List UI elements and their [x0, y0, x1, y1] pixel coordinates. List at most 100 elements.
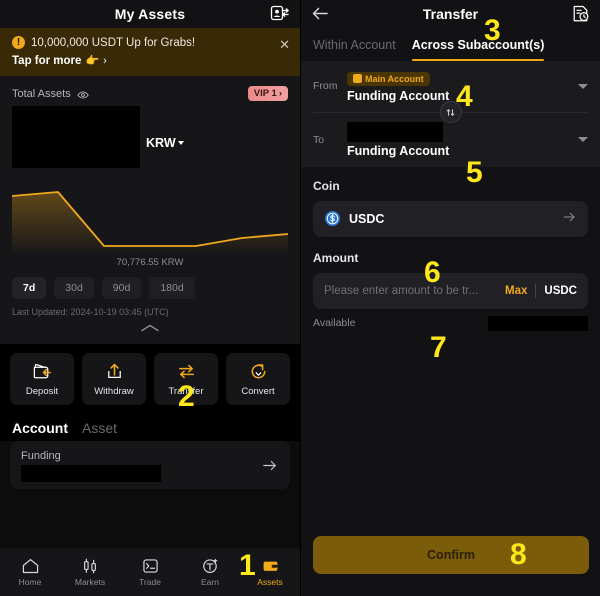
period-30d[interactable]: 30d — [54, 277, 94, 299]
total-assets-card: Total Assets VIP 1 › KRW 70,776.55 KRW 7… — [0, 76, 300, 344]
to-label: To — [313, 133, 325, 146]
period-180d[interactable]: 180d — [149, 277, 195, 299]
amount-unit: USDC — [544, 284, 577, 297]
nav-item-markets[interactable]: Markets — [60, 557, 120, 587]
period-7d[interactable]: 7d — [12, 277, 47, 299]
nav-item-assets[interactable]: Assets — [240, 557, 300, 587]
transfer-tabs: Within Account Across Subaccount(s) — [301, 28, 600, 61]
available-value-redacted — [488, 315, 588, 331]
wallet-icon — [263, 561, 277, 571]
main-account-badge: Main Account — [347, 71, 430, 86]
promo-cta-label: Tap for more — [12, 54, 82, 67]
total-balance-redacted — [12, 106, 140, 168]
account-switch-icon[interactable] — [270, 4, 290, 24]
promo-banner[interactable]: ! 10,000,000 USDT Up for Grabs! Tap for … — [0, 28, 300, 76]
arrow-right-icon — [262, 459, 278, 477]
currency-selector[interactable]: KRW — [146, 136, 184, 168]
eye-icon[interactable] — [77, 88, 89, 100]
funding-account-row[interactable]: Funding — [10, 441, 290, 489]
tab-within-account[interactable]: Within Account — [313, 38, 396, 61]
to-account-value: Funding Account — [347, 143, 450, 158]
last-updated-label: Last Updated: 2024-10-19 03:45 (UTC) — [12, 307, 169, 317]
nav-item-home[interactable]: Home — [0, 557, 60, 587]
to-row[interactable]: To Funding Account — [301, 113, 600, 167]
chevron-down-icon[interactable] — [578, 137, 588, 142]
confirm-button[interactable]: Confirm — [313, 536, 589, 574]
total-balance-row: KRW — [12, 106, 288, 168]
to-value-wrap: Funding Account — [347, 121, 578, 158]
convert-label: Convert — [241, 386, 275, 397]
trade-icon — [142, 559, 158, 573]
withdraw-label: Withdraw — [94, 386, 134, 397]
usdc-icon — [324, 210, 341, 227]
earn-icon — [202, 558, 217, 573]
back-arrow-icon[interactable] — [311, 5, 330, 27]
max-button[interactable]: Max — [497, 285, 535, 297]
funding-account-label: Funding — [21, 450, 61, 462]
deposit-label: Deposit — [25, 386, 59, 397]
vip-badge-label: VIP 1 — [253, 88, 277, 99]
coin-selector[interactable]: USDC — [313, 200, 588, 237]
quick-actions-section: Deposit Withdraw Transfer Convert — [0, 344, 300, 412]
main-account-badge-label: Main Account — [365, 73, 424, 84]
amount-field[interactable]: Max USDC — [313, 272, 588, 309]
convert-icon — [251, 364, 265, 379]
screenshot-root: My Assets ! 10,000,000 USDT Up for Grabs… — [0, 0, 600, 596]
my-assets-header: My Assets — [0, 0, 300, 28]
nav-item-earn[interactable]: Earn — [180, 557, 240, 587]
chevron-down-icon[interactable] — [578, 83, 588, 89]
arrow-right-icon — [562, 210, 577, 228]
coin-name: USDC — [349, 211, 385, 226]
promo-headline-row: ! 10,000,000 USDT Up for Grabs! — [12, 36, 288, 49]
from-value-wrap: Main Account Funding Account — [347, 70, 578, 103]
tab-across-subaccounts[interactable]: Across Subaccount(s) — [411, 38, 544, 61]
nav-label-assets: Assets — [257, 577, 283, 587]
total-assets-header: Total Assets VIP 1 › — [12, 86, 288, 101]
pointing-hand-icon: 👉 — [85, 55, 100, 67]
markets-icon — [83, 558, 96, 574]
transfer-label: Transfer — [168, 386, 204, 397]
period-90d[interactable]: 90d — [101, 277, 142, 299]
chevron-right-icon: › — [103, 54, 107, 67]
transfer-title: Transfer — [422, 6, 479, 22]
to-subaccount-redacted — [347, 121, 443, 142]
balance-chart — [12, 170, 288, 256]
from-label: From — [313, 80, 338, 93]
deposit-icon — [33, 363, 51, 379]
quick-actions: Deposit Withdraw Transfer Convert — [10, 353, 290, 405]
assets-tabs: Account Asset — [0, 412, 300, 441]
transfer-form: Coin USDC Amount Please enter amount to … — [301, 166, 600, 331]
convert-button[interactable]: Convert — [226, 353, 290, 405]
transfer-history-icon[interactable] — [571, 4, 590, 28]
my-assets-screen: My Assets ! 10,000,000 USDT Up for Grabs… — [0, 0, 300, 596]
tab-account[interactable]: Account — [12, 420, 68, 436]
funding-balance-redacted — [21, 465, 161, 482]
transfer-screen: Transfer Within Account Across Subaccoun… — [300, 0, 600, 596]
amount-input[interactable] — [324, 284, 498, 297]
warning-icon: ! — [12, 36, 25, 49]
transfer-header: Transfer — [301, 0, 600, 28]
withdraw-icon — [107, 363, 121, 379]
period-selector: 7d 30d 90d 180d — [12, 277, 288, 299]
nav-label-trade: Trade — [139, 577, 161, 587]
collapse-icon[interactable] — [12, 320, 288, 338]
tab-asset[interactable]: Asset — [82, 420, 117, 436]
transfer-icon — [178, 364, 194, 379]
home-icon — [22, 559, 38, 574]
promo-cta-row[interactable]: Tap for more 👉 › — [12, 54, 288, 68]
nav-label-earn: Earn — [201, 577, 219, 587]
nav-item-trade[interactable]: Trade — [120, 557, 180, 587]
deposit-button[interactable]: Deposit — [10, 353, 74, 405]
nav-label-home: Home — [18, 577, 42, 587]
total-assets-label: Total Assets — [12, 87, 71, 100]
vip-badge[interactable]: VIP 1 › — [247, 86, 288, 101]
chevron-right-icon: › — [278, 88, 282, 99]
currency-label: KRW — [146, 136, 176, 150]
available-label: Available — [313, 317, 356, 329]
withdraw-button[interactable]: Withdraw — [82, 353, 146, 405]
amount-section-label: Amount — [313, 250, 359, 265]
transfer-button[interactable]: Transfer — [154, 353, 218, 405]
close-icon[interactable]: ✕ — [279, 38, 290, 51]
from-account-value: Funding Account — [347, 88, 450, 103]
nav-label-markets: Markets — [74, 577, 106, 587]
